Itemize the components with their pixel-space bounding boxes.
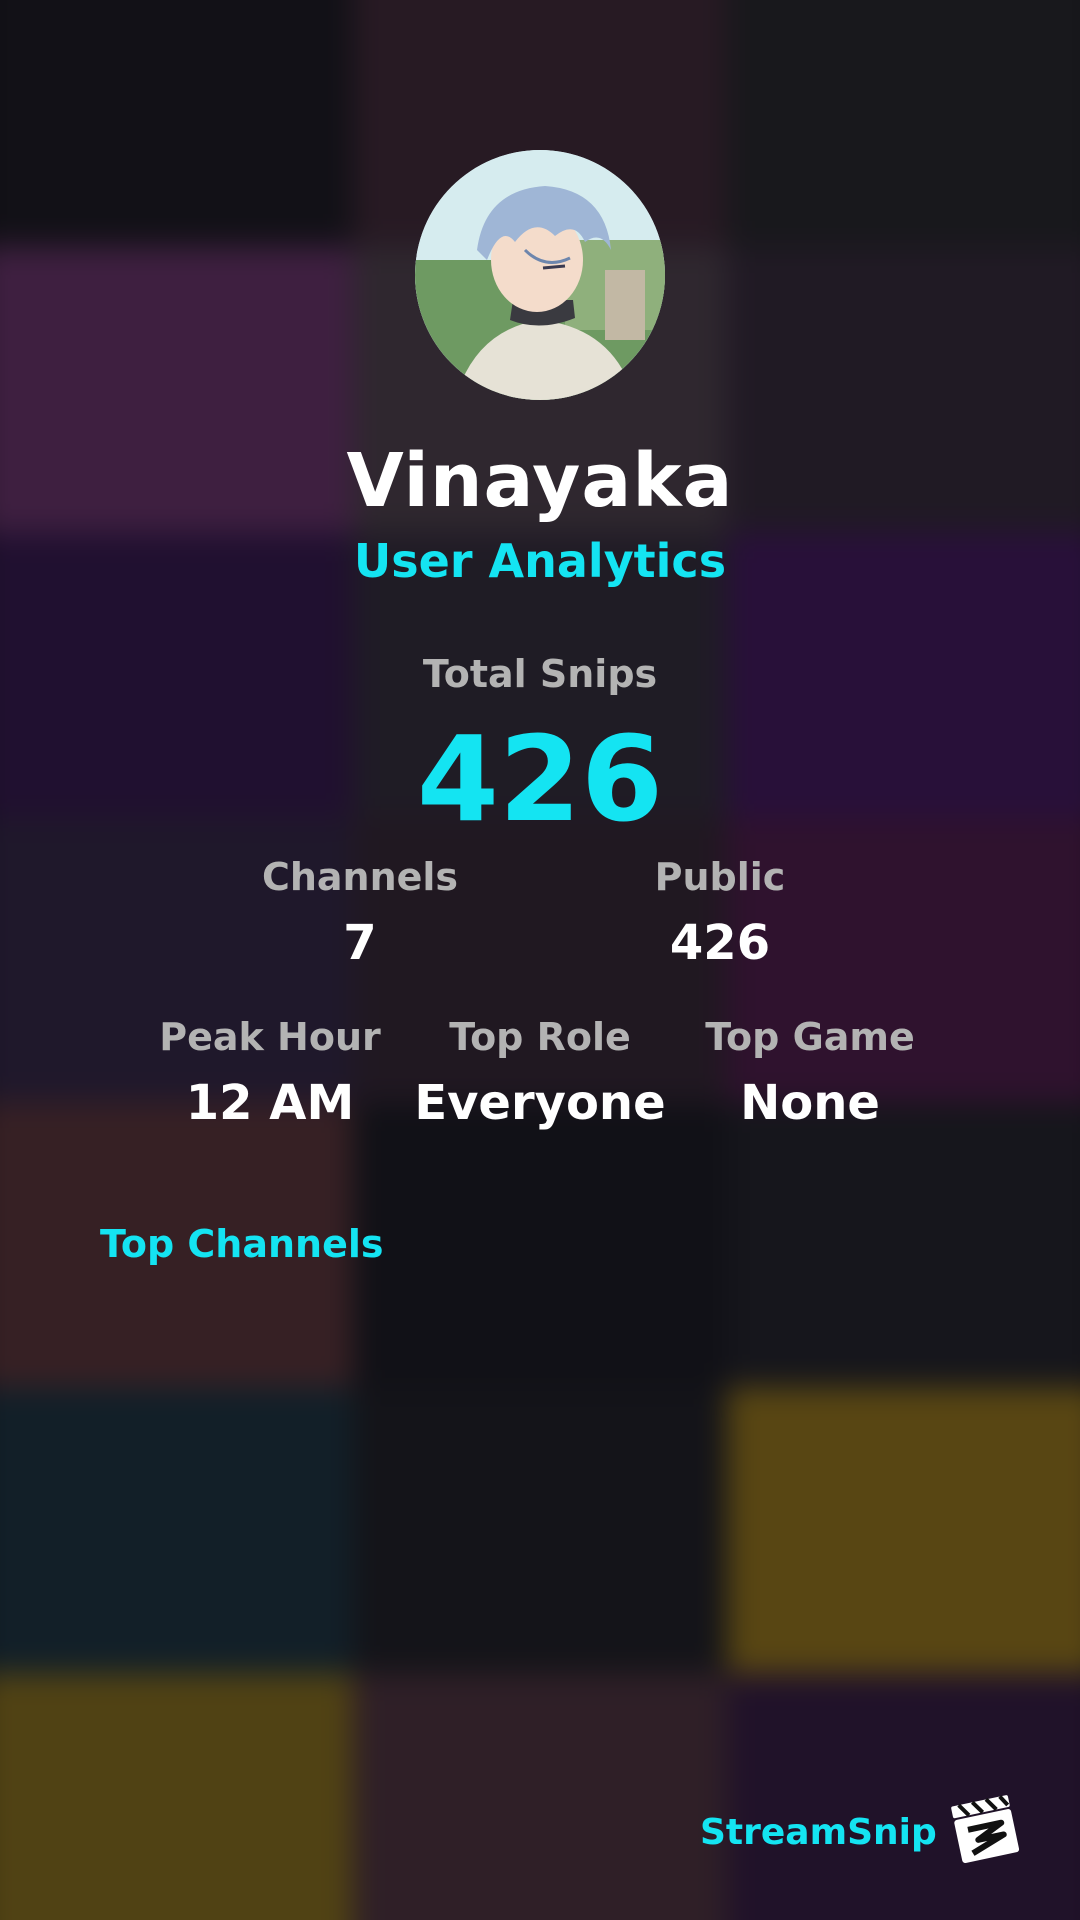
card-content: Vinayaka User Analytics Total Snips 426 …: [0, 0, 1080, 1920]
page-subtitle: User Analytics: [353, 534, 727, 588]
avatar-anime-character-icon: [415, 150, 665, 400]
top-game-label: Top Game: [705, 1015, 915, 1059]
brand-name: StreamSnip: [700, 1812, 937, 1853]
top-channels-heading: Top Channels: [100, 1222, 384, 1266]
top-game-value: None: [740, 1075, 880, 1131]
peak-hour-value: 12 AM: [185, 1075, 355, 1131]
clapperboard-logo-icon: [946, 1788, 1026, 1868]
total-snips-label: Total Snips: [422, 652, 658, 696]
analytics-card: Vinayaka User Analytics Total Snips 426 …: [0, 0, 1080, 1920]
top-role-value: Everyone: [414, 1075, 666, 1131]
channels-label: Channels: [261, 855, 459, 899]
public-label: Public: [654, 855, 786, 899]
peak-hour-label: Peak Hour: [159, 1015, 381, 1059]
top-role-label: Top Role: [449, 1015, 631, 1059]
channels-value: 7: [343, 915, 377, 971]
total-snips-value: 426: [416, 710, 664, 848]
public-value: 426: [669, 915, 771, 971]
username: Vinayaka: [346, 438, 734, 524]
